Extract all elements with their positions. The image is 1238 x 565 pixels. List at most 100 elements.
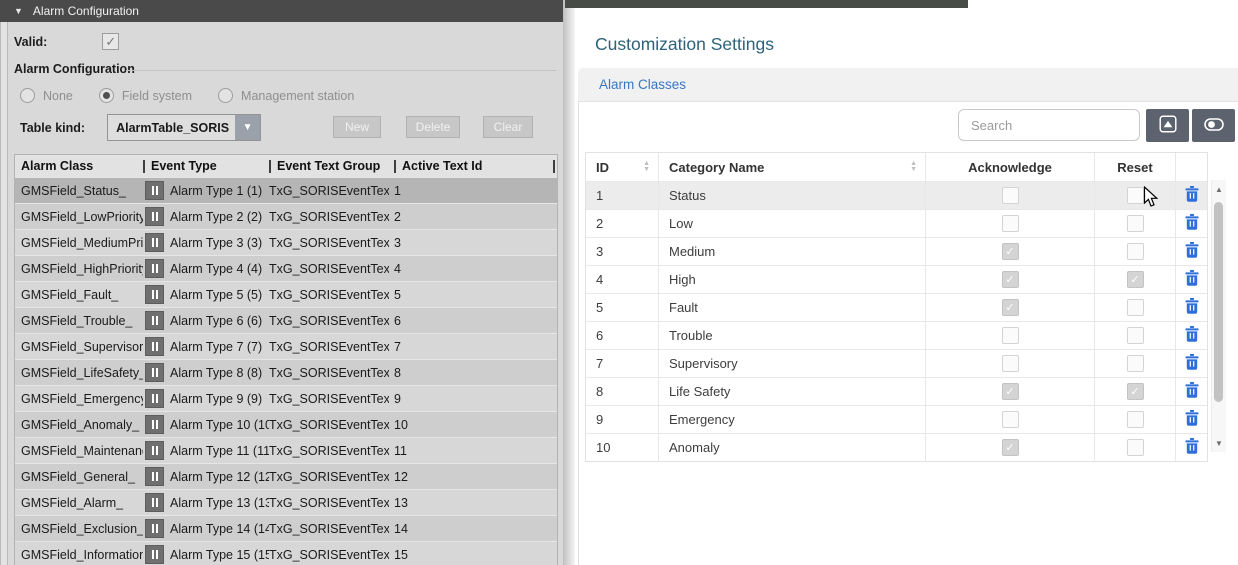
- search-input[interactable]: [958, 109, 1140, 141]
- column-header-alarm-class[interactable]: Alarm Class: [15, 155, 143, 177]
- table-row[interactable]: GMSField_Emergency_ Alarm Type 9 (9) TxG…: [15, 385, 557, 411]
- reset-checkbox[interactable]: [1127, 439, 1144, 456]
- scroll-up-icon[interactable]: ▲: [1212, 182, 1226, 196]
- acknowledge-checkbox[interactable]: [1002, 187, 1019, 204]
- delete-row-button[interactable]: [1185, 270, 1199, 289]
- table-row[interactable]: GMSField_MediumPrio Alarm Type 3 (3) TxG…: [15, 229, 557, 255]
- event-type-picker-button[interactable]: [145, 233, 164, 252]
- column-header-category-name[interactable]: Category Name ▲▼: [659, 153, 926, 181]
- column-header-id[interactable]: ID ▲▼: [586, 153, 659, 181]
- table-row[interactable]: GMSField_Information_ Alarm Type 15 (15)…: [15, 541, 557, 565]
- table-row[interactable]: 10 Anomaly ✓: [586, 433, 1207, 461]
- table-row[interactable]: 8 Life Safety ✓ ✓: [586, 377, 1207, 405]
- acknowledge-checkbox[interactable]: ✓: [1002, 243, 1019, 260]
- alarm-classes-section-bar[interactable]: Alarm Classes: [578, 68, 1238, 102]
- radio-field-system[interactable]: Field system: [99, 88, 192, 103]
- delete-row-button[interactable]: [1185, 214, 1199, 233]
- event-type-picker-button[interactable]: [145, 259, 164, 278]
- table-row[interactable]: GMSField_LowPriorityA Alarm Type 2 (2) T…: [15, 203, 557, 229]
- table-row[interactable]: 2 Low: [586, 209, 1207, 237]
- reset-checkbox[interactable]: [1127, 243, 1144, 260]
- table-kind-dropdown[interactable]: AlarmTable_SORIS ▼: [107, 114, 261, 141]
- radio-field-system-circle[interactable]: [99, 88, 114, 103]
- sort-icon[interactable]: ▲▼: [643, 161, 650, 173]
- event-type-picker-button[interactable]: [145, 467, 164, 486]
- table-row[interactable]: GMSField_Anomaly_ Alarm Type 10 (10) TxG…: [15, 411, 557, 437]
- reset-checkbox[interactable]: [1127, 215, 1144, 232]
- delete-row-button[interactable]: [1185, 382, 1199, 401]
- table-row[interactable]: GMSField_Maintenance Alarm Type 11 (11) …: [15, 437, 557, 463]
- column-header-event-text-group[interactable]: Event Text Group: [269, 155, 389, 177]
- acknowledge-checkbox[interactable]: ✓: [1002, 271, 1019, 288]
- acknowledge-checkbox[interactable]: [1002, 411, 1019, 428]
- table-row[interactable]: 7 Supervisory: [586, 349, 1207, 377]
- acknowledge-checkbox[interactable]: [1002, 327, 1019, 344]
- event-type-picker-button[interactable]: [145, 207, 164, 226]
- delete-row-button[interactable]: [1185, 242, 1199, 261]
- column-header-acknowledge[interactable]: Acknowledge: [926, 153, 1095, 181]
- sort-icon[interactable]: ▲▼: [910, 161, 917, 173]
- event-type-picker-button[interactable]: [145, 493, 164, 512]
- scrollbar-thumb[interactable]: [1214, 202, 1223, 402]
- table-scrollbar[interactable]: ▲ ▼: [1211, 180, 1226, 452]
- radio-management-station-circle[interactable]: [218, 88, 233, 103]
- radio-none[interactable]: None: [20, 88, 73, 103]
- column-header-active-text-id[interactable]: Active Text Id: [389, 155, 557, 177]
- acknowledge-checkbox[interactable]: ✓: [1002, 299, 1019, 316]
- acknowledge-checkbox[interactable]: [1002, 355, 1019, 372]
- table-row[interactable]: GMSField_General_ Alarm Type 12 (12) TxG…: [15, 463, 557, 489]
- alarm-configuration-titlebar[interactable]: ▼ Alarm Configuration: [0, 0, 563, 22]
- delete-row-button[interactable]: [1185, 186, 1199, 205]
- table-row[interactable]: 3 Medium ✓: [586, 237, 1207, 265]
- column-header-reset[interactable]: Reset: [1095, 153, 1176, 181]
- event-type-picker-button[interactable]: [145, 285, 164, 304]
- acknowledge-checkbox[interactable]: ✓: [1002, 439, 1019, 456]
- table-row[interactable]: GMSField_Supervisory_ Alarm Type 7 (7) T…: [15, 333, 557, 359]
- event-type-picker-button[interactable]: [145, 415, 164, 434]
- delete-row-button[interactable]: [1185, 326, 1199, 345]
- reset-checkbox[interactable]: [1127, 355, 1144, 372]
- toggle-view-button[interactable]: [1192, 109, 1235, 142]
- delete-button[interactable]: Delete: [406, 116, 460, 138]
- table-row[interactable]: GMSField_Alarm_ Alarm Type 13 (13) TxG_S…: [15, 489, 557, 515]
- table-row[interactable]: GMSField_HighPriority. Alarm Type 4 (4) …: [15, 255, 557, 281]
- reset-checkbox[interactable]: [1127, 327, 1144, 344]
- table-row[interactable]: 4 High ✓ ✓: [586, 265, 1207, 293]
- event-type-picker-button[interactable]: [145, 441, 164, 460]
- scroll-down-icon[interactable]: ▼: [1212, 436, 1226, 450]
- clear-button[interactable]: Clear: [483, 116, 533, 138]
- event-type-picker-button[interactable]: [145, 337, 164, 356]
- table-row[interactable]: GMSField_Fault_ Alarm Type 5 (5) TxG_SOR…: [15, 281, 557, 307]
- acknowledge-checkbox[interactable]: ✓: [1002, 383, 1019, 400]
- table-row[interactable]: GMSField_LifeSafety_ Alarm Type 8 (8) Tx…: [15, 359, 557, 385]
- event-type-picker-button[interactable]: [145, 545, 164, 564]
- table-row[interactable]: 6 Trouble: [586, 321, 1207, 349]
- acknowledge-checkbox[interactable]: [1002, 215, 1019, 232]
- event-type-picker-button[interactable]: [145, 311, 164, 330]
- delete-row-button[interactable]: [1185, 438, 1199, 457]
- delete-row-button[interactable]: [1185, 354, 1199, 373]
- event-type-picker-button[interactable]: [145, 519, 164, 538]
- radio-none-circle[interactable]: [20, 88, 35, 103]
- panel-splitter[interactable]: [0, 22, 8, 565]
- table-row[interactable]: GMSField_Status_ Alarm Type 1 (1) TxG_SO…: [15, 177, 557, 203]
- table-row[interactable]: 1 Status: [586, 181, 1207, 209]
- valid-checkbox[interactable]: ✓: [102, 33, 119, 50]
- event-type-picker-button[interactable]: [145, 389, 164, 408]
- collapse-triangle-icon[interactable]: ▼: [14, 6, 23, 16]
- export-image-button[interactable]: [1146, 109, 1189, 142]
- chevron-down-icon[interactable]: ▼: [235, 115, 260, 140]
- column-header-event-type[interactable]: Event Type: [143, 155, 269, 177]
- table-row[interactable]: GMSField_Exclusion_ Alarm Type 14 (14) T…: [15, 515, 557, 541]
- table-row[interactable]: GMSField_Trouble_ Alarm Type 6 (6) TxG_S…: [15, 307, 557, 333]
- reset-checkbox[interactable]: ✓: [1127, 271, 1144, 288]
- delete-row-button[interactable]: [1185, 410, 1199, 429]
- new-button[interactable]: New: [333, 116, 381, 138]
- table-row[interactable]: 5 Fault ✓: [586, 293, 1207, 321]
- delete-row-button[interactable]: [1185, 298, 1199, 317]
- reset-checkbox[interactable]: [1127, 411, 1144, 428]
- reset-checkbox[interactable]: [1127, 187, 1144, 204]
- reset-checkbox[interactable]: ✓: [1127, 383, 1144, 400]
- event-type-picker-button[interactable]: [145, 181, 164, 200]
- reset-checkbox[interactable]: [1127, 299, 1144, 316]
